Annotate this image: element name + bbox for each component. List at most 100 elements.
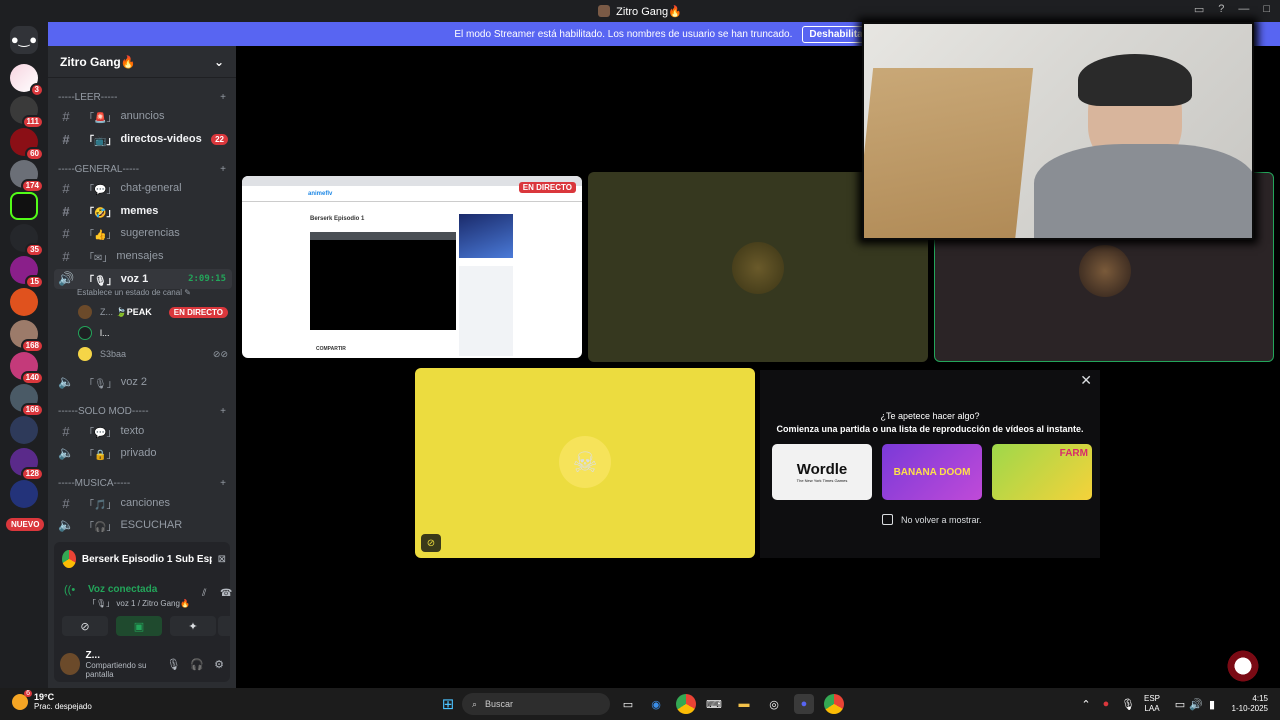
maximize-icon[interactable]: □ bbox=[1263, 3, 1270, 16]
dont-show-checkbox[interactable]: No volver a mostrar. bbox=[882, 514, 982, 525]
camera-off-icon: ⊘ bbox=[80, 620, 90, 633]
voice-channel-voz1[interactable]: 🔊 「🎙」 voz 1 2:09:15 bbox=[54, 269, 232, 289]
voice-user[interactable]: Z... 🍃PEAK EN DIRECTO bbox=[78, 302, 228, 322]
task-view-icon[interactable]: ▭ bbox=[618, 694, 638, 714]
channel-chat-general[interactable]: # 「💬」 chat-general bbox=[54, 178, 232, 198]
channel-directos-videos[interactable]: # 「📺」 directos-videos 22 bbox=[54, 129, 232, 149]
noise-suppression-icon[interactable]: ⫽ bbox=[202, 588, 206, 599]
server-item[interactable]: 128 bbox=[10, 448, 44, 481]
voice-user[interactable]: S3baa ⊘⊘ bbox=[78, 344, 228, 364]
server-item[interactable]: 174 bbox=[10, 160, 44, 193]
game-card-banana-doom[interactable]: BANANA DOOM bbox=[882, 444, 982, 500]
voice-channel-voz2[interactable]: 🔈 「🎙」 voz 2 bbox=[54, 372, 232, 392]
game-card-wordle[interactable]: Wordle The New York Times Games bbox=[772, 444, 872, 500]
tray-app-icon[interactable]: ● bbox=[1096, 694, 1116, 714]
camera-button[interactable]: ⊘ bbox=[62, 616, 108, 636]
language-indicator[interactable]: ESP LAA bbox=[1144, 694, 1160, 714]
server-item[interactable]: 35 bbox=[10, 224, 44, 257]
voice-channel-link[interactable]: 「🎙」 voz 1 / Zitro Gang🔥 bbox=[88, 598, 190, 609]
channel-canciones[interactable]: # 「🎵」 canciones bbox=[54, 493, 232, 513]
server-item[interactable]: 111 bbox=[10, 96, 44, 129]
mention-badge: 140 bbox=[20, 371, 44, 385]
avatar[interactable] bbox=[60, 653, 80, 675]
weather-badge: 6 bbox=[24, 689, 32, 697]
voice-channel-escuchar[interactable]: 🔈 「🎧」 ESCUCHAR bbox=[54, 515, 232, 535]
close-icon[interactable]: ✕ bbox=[1080, 372, 1092, 389]
episode-list bbox=[459, 266, 513, 356]
stream-tile[interactable]: animeflv Berserk Episodio 1 COMPARTIR EN… bbox=[242, 176, 582, 358]
add-channel-icon[interactable]: + bbox=[220, 164, 226, 175]
channel-memes[interactable]: # 「🤣」 memes bbox=[54, 201, 232, 221]
disconnect-icon[interactable]: ☎ bbox=[220, 588, 232, 599]
voice-user[interactable]: l... bbox=[78, 323, 228, 343]
hash-icon: # bbox=[62, 495, 70, 511]
category-leer[interactable]: -----LEER----- + bbox=[58, 92, 226, 103]
gear-icon[interactable]: ⚙ bbox=[214, 658, 224, 671]
speaker-icon: 🔈 bbox=[58, 374, 75, 389]
channel-anuncios[interactable]: # 「🚨」 anuncios bbox=[54, 106, 232, 126]
server-item[interactable]: 140 bbox=[10, 352, 44, 385]
stream-info[interactable]: Berserk Episodio 1 Sub Español -... ⊠ bbox=[62, 550, 226, 568]
search-box[interactable]: ⌕ Buscar bbox=[462, 693, 610, 715]
server-item[interactable] bbox=[10, 192, 38, 220]
clock-time: 4:15 bbox=[1252, 694, 1268, 703]
activity-suggestion: ✕ ¿Te apetece hacer algo? Comienza una p… bbox=[760, 370, 1100, 558]
activities-button[interactable]: ✦ bbox=[170, 616, 216, 636]
edge-icon[interactable]: ◉ bbox=[646, 694, 666, 714]
category-general[interactable]: -----GENERAL----- + bbox=[58, 164, 226, 175]
discord-icon[interactable]: ● bbox=[794, 694, 814, 714]
app-icon[interactable]: ◎ bbox=[764, 694, 784, 714]
checkbox-icon bbox=[882, 514, 893, 525]
add-channel-icon[interactable]: + bbox=[220, 92, 226, 103]
add-channel-icon[interactable]: + bbox=[220, 406, 226, 417]
server-item[interactable]: 60 bbox=[10, 128, 44, 161]
participant-tile[interactable]: ☠ ⊘ bbox=[415, 368, 755, 558]
discord-home-icon[interactable]: ●‿● bbox=[10, 26, 38, 54]
server-item[interactable]: 166 bbox=[10, 384, 44, 417]
user-info[interactable]: Z... Compartiendo su pantalla bbox=[86, 650, 167, 679]
windows-start-icon[interactable]: ⊞ bbox=[438, 694, 458, 714]
minimize-icon[interactable]: — bbox=[1238, 3, 1249, 16]
chevron-up-icon[interactable]: ⌃ bbox=[1076, 694, 1096, 714]
help-icon[interactable]: ? bbox=[1218, 3, 1224, 16]
pencil-icon: ✎ bbox=[184, 288, 191, 297]
stop-stream-icon[interactable]: ⊠ bbox=[218, 554, 226, 565]
server-header[interactable]: Zitro Gang🔥 ⌄ bbox=[48, 46, 236, 78]
server-item[interactable]: 3 bbox=[10, 64, 44, 97]
channel-mensajes[interactable]: # 「✉」 mensajes bbox=[54, 246, 232, 266]
language-code: ESP bbox=[1144, 694, 1161, 703]
microphone-icon[interactable]: 🎙 bbox=[1118, 694, 1138, 714]
server-item[interactable]: 15 bbox=[10, 256, 44, 289]
headphones-icon[interactable]: 🎧 bbox=[190, 658, 204, 671]
share-label: COMPARTIR bbox=[316, 346, 346, 352]
video-player[interactable] bbox=[310, 240, 456, 330]
terminal-icon[interactable]: ⌨ bbox=[704, 694, 724, 714]
server-item[interactable] bbox=[10, 288, 38, 316]
clock[interactable]: 4:15 1-10-2025 bbox=[1228, 694, 1268, 714]
channel-sugerencias[interactable]: # 「👍」 sugerencias bbox=[54, 223, 232, 243]
game-card-farm[interactable]: FARM bbox=[992, 444, 1092, 500]
channel-texto[interactable]: # 「💬」 texto bbox=[54, 421, 232, 441]
battery-icon[interactable]: ▮ bbox=[1202, 694, 1222, 714]
voice-channel-privado[interactable]: 🔈 「🔒」 privado bbox=[54, 443, 232, 463]
game-title: Wordle bbox=[796, 461, 848, 478]
chrome-icon[interactable] bbox=[824, 694, 844, 714]
speaker-icon: 🔈 bbox=[58, 445, 75, 460]
signal-icon: ((• bbox=[64, 584, 76, 596]
server-item[interactable]: 168 bbox=[10, 320, 44, 353]
file-explorer-icon[interactable]: ▬ bbox=[734, 694, 754, 714]
inbox-icon[interactable]: ▭ bbox=[1194, 3, 1204, 16]
chrome-icon[interactable] bbox=[676, 694, 696, 714]
microphone-icon[interactable]: 🎙 bbox=[166, 658, 180, 671]
server-item[interactable] bbox=[10, 480, 38, 508]
server-item[interactable] bbox=[10, 416, 38, 444]
new-servers-badge[interactable]: NUEVO bbox=[6, 518, 45, 531]
weather-widget[interactable]: 6 19°C Prac. despejado bbox=[12, 689, 92, 711]
add-channel-icon[interactable]: + bbox=[220, 478, 226, 489]
keyboard-layout: LAA bbox=[1144, 704, 1160, 713]
category-label: ------SOLO MOD----- bbox=[58, 406, 149, 417]
screen-share-button[interactable]: ▣ bbox=[116, 616, 162, 636]
channel-status-prompt[interactable]: Establece un estado de canal ✎ bbox=[77, 288, 191, 297]
category-solo-mod[interactable]: ------SOLO MOD----- + bbox=[58, 406, 226, 417]
category-musica[interactable]: -----MUSICA----- + bbox=[58, 478, 226, 489]
